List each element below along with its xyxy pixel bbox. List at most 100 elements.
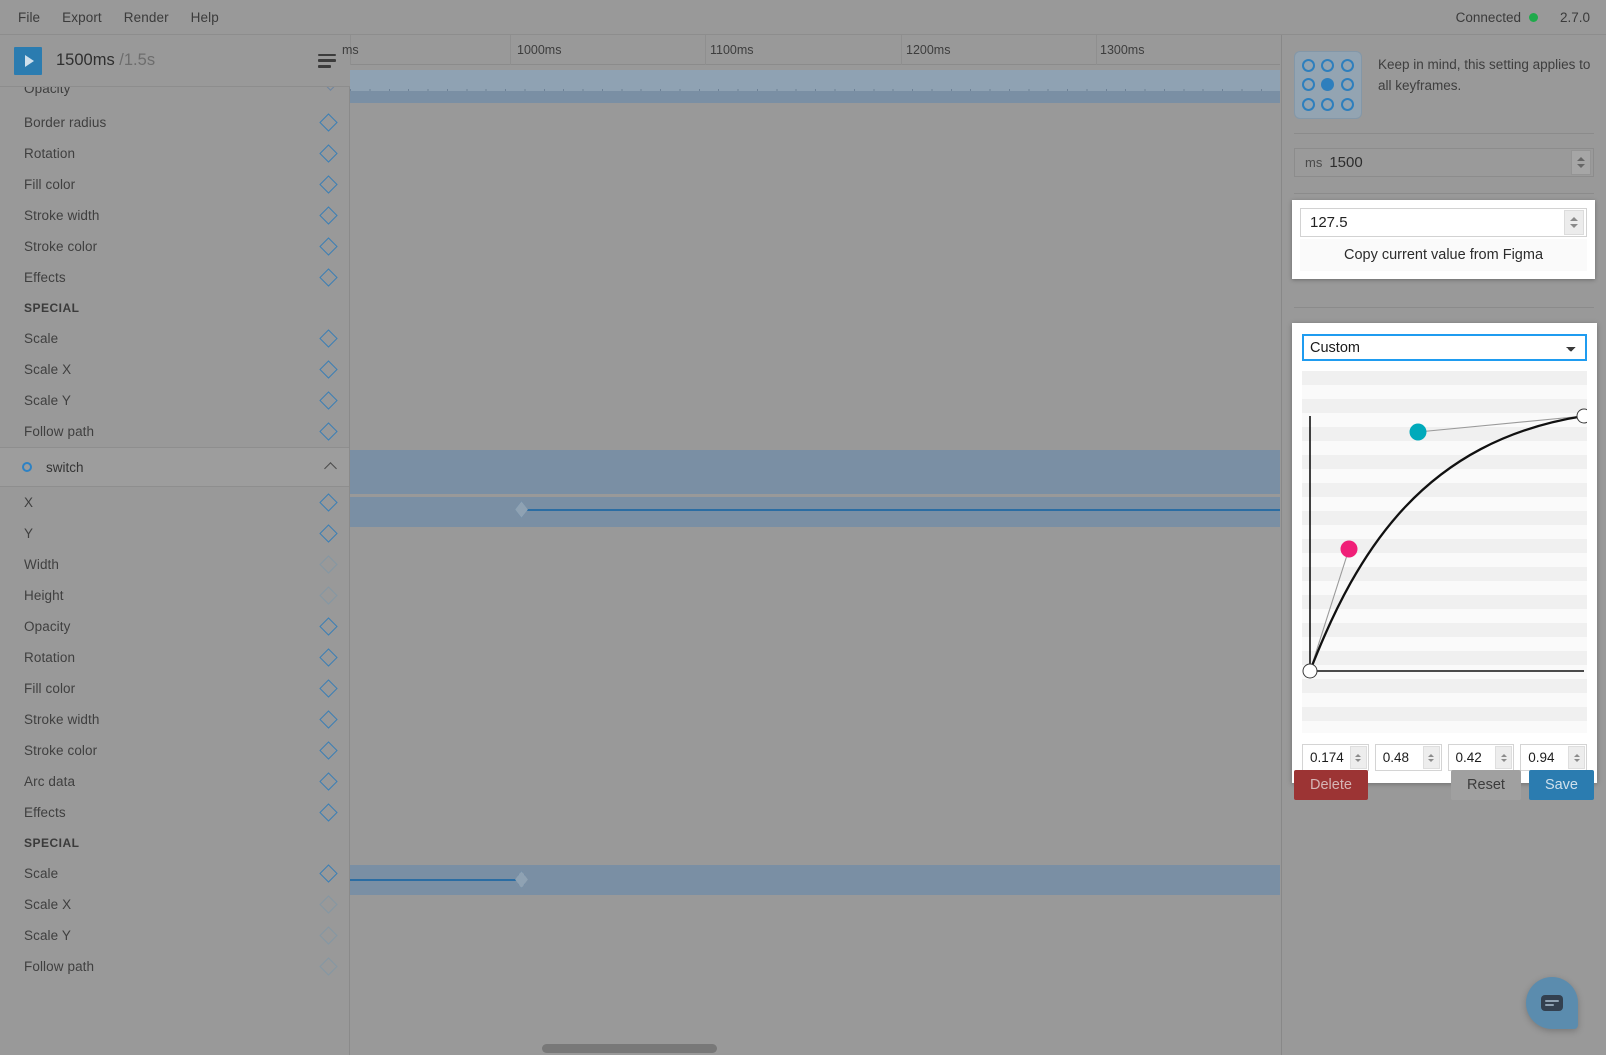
property-row-height[interactable]: Height [0, 580, 349, 611]
property-row-arc-data[interactable]: Arc data [0, 766, 349, 797]
menu-item-render[interactable]: Render [114, 6, 179, 29]
bezier-y1-spinner-icon[interactable] [1422, 746, 1440, 769]
hamburger-menu-icon[interactable] [318, 53, 336, 68]
bezier-y1-field[interactable]: 0.48 [1374, 744, 1442, 771]
bezier-y2-spinner-icon[interactable] [1568, 746, 1585, 769]
anchor-cell-bottom-left[interactable] [1302, 97, 1316, 111]
keyframe-toggle-icon[interactable] [319, 144, 338, 163]
keyframe-toggle-icon[interactable] [319, 772, 338, 791]
keyframe-toggle-icon[interactable] [319, 237, 338, 256]
property-row-follow-path-b[interactable]: Follow path [0, 951, 349, 982]
property-row-stroke-width[interactable]: Stroke width [0, 200, 349, 231]
layer-header-switch[interactable]: switch [0, 447, 349, 487]
keyframe-toggle-icon[interactable] [319, 617, 338, 636]
property-row-stroke-color-b[interactable]: Stroke color [0, 735, 349, 766]
chat-bubble-button[interactable] [1526, 977, 1578, 1029]
play-button[interactable] [14, 46, 42, 75]
keyframe-toggle-icon[interactable] [319, 864, 338, 883]
horizontal-scrollbar-thumb[interactable] [542, 1044, 717, 1053]
keyframe-toggle-icon[interactable] [319, 586, 338, 605]
property-row-x[interactable]: X [0, 487, 349, 518]
bezier-x1-spinner-icon[interactable] [1349, 746, 1367, 769]
property-row-scale[interactable]: Scale [0, 323, 349, 354]
menu-item-help[interactable]: Help [181, 6, 229, 29]
keyframe-toggle-icon[interactable] [319, 679, 338, 698]
property-row-rotation-b[interactable]: Rotation [0, 642, 349, 673]
timeline-ruler[interactable]: ms 1000ms 1100ms 1200ms 1300ms [342, 35, 1280, 65]
property-row-border-radius[interactable]: Border radius [0, 107, 349, 138]
keyframe-toggle-icon[interactable] [319, 113, 338, 132]
keyframe-toggle-icon[interactable] [319, 710, 338, 729]
anchor-cell-bottom-center[interactable] [1321, 97, 1335, 111]
menu-item-file[interactable]: File [8, 6, 50, 29]
keyframe-toggle-icon[interactable] [319, 493, 338, 512]
chevron-up-icon[interactable] [324, 462, 337, 475]
anchor-cell-top-right[interactable] [1340, 59, 1354, 73]
timeline-body[interactable] [350, 65, 1280, 1055]
bezier-y2-field[interactable]: 0.94 [1520, 744, 1587, 771]
keyframe-toggle-icon[interactable] [319, 895, 338, 914]
keyframe-toggle-icon[interactable] [319, 741, 338, 760]
property-row-fill-color-b[interactable]: Fill color [0, 673, 349, 704]
property-row-stroke-color[interactable]: Stroke color [0, 231, 349, 262]
property-row-effects-b[interactable]: Effects [0, 797, 349, 828]
value-input-field[interactable]: 127.5 [1300, 208, 1587, 237]
save-button[interactable]: Save [1528, 770, 1594, 800]
property-row-rotation[interactable]: Rotation [0, 138, 349, 169]
property-row-scale-x[interactable]: Scale X [0, 354, 349, 385]
property-row-follow-path[interactable]: Follow path [0, 416, 349, 447]
keyframe-toggle-icon[interactable] [319, 206, 338, 225]
keyframe-toggle-icon[interactable] [319, 926, 338, 945]
keyframe-toggle-icon[interactable] [319, 360, 338, 379]
keyframe-toggle-icon[interactable] [319, 422, 338, 441]
anchor-cell-top-left[interactable] [1302, 59, 1316, 73]
property-row-scale-y-b[interactable]: Scale Y [0, 920, 349, 951]
property-label: Scale Y [24, 393, 71, 408]
property-row-effects[interactable]: Effects [0, 262, 349, 293]
property-row-fill-color[interactable]: Fill color [0, 169, 349, 200]
keyframe-toggle-icon[interactable] [319, 391, 338, 410]
anchor-cell-bottom-right[interactable] [1340, 97, 1354, 111]
keyframe-toggle-icon[interactable] [319, 648, 338, 667]
property-row-width[interactable]: Width [0, 549, 349, 580]
property-row-stroke-width-b[interactable]: Stroke width [0, 704, 349, 735]
keyframe-toggle-icon[interactable] [319, 329, 338, 348]
keyframe-toggle-icon[interactable] [319, 803, 338, 822]
property-row-scale-b[interactable]: Scale [0, 858, 349, 889]
copy-from-figma-button[interactable]: Copy current value from Figma [1300, 239, 1587, 271]
reset-button[interactable]: Reset [1451, 770, 1521, 800]
bezier-handle-1[interactable] [1409, 423, 1427, 441]
easing-preset-select[interactable]: Custom [1302, 334, 1587, 361]
property-row-opacity-b[interactable]: Opacity [0, 611, 349, 642]
time-spinner-icon[interactable] [1571, 150, 1591, 175]
property-row-scale-y[interactable]: Scale Y [0, 385, 349, 416]
keyframe-toggle-icon[interactable] [319, 555, 338, 574]
bezier-x1-field[interactable]: 0.174 [1302, 744, 1369, 771]
horizontal-scrollbar-track[interactable] [350, 1043, 1280, 1055]
bezier-x2-spinner-icon[interactable] [1495, 746, 1513, 769]
bezier-curve-editor[interactable] [1302, 371, 1587, 733]
time-ms-field[interactable]: ms 1500 [1294, 148, 1594, 177]
bezier-x2-field[interactable]: 0.42 [1447, 744, 1515, 771]
anchor-point-grid[interactable] [1294, 51, 1362, 119]
bezier-handle-2[interactable] [1340, 540, 1358, 558]
value-spinner-icon[interactable] [1564, 210, 1584, 235]
menu-item-export[interactable]: Export [52, 6, 112, 29]
property-row-y[interactable]: Y [0, 518, 349, 549]
property-row-opacity-partial[interactable]: Opacity [0, 87, 349, 107]
keyframe-toggle-icon[interactable] [319, 175, 338, 194]
anchor-cell-top-center[interactable] [1321, 59, 1335, 73]
anchor-cell-middle-right[interactable] [1340, 78, 1354, 92]
delete-button[interactable]: Delete [1294, 770, 1368, 800]
anchor-cell-center[interactable] [1321, 78, 1335, 92]
keyframe-toggle-icon[interactable] [319, 524, 338, 543]
bezier-start-point[interactable] [1302, 663, 1318, 679]
property-sidebar[interactable]: Opacity Border radius Rotation Fill colo… [0, 87, 350, 1055]
timeline-track-x[interactable] [350, 497, 1280, 527]
bezier-end-point[interactable] [1576, 408, 1587, 424]
property-row-scale-x-b[interactable]: Scale X [0, 889, 349, 920]
keyframe-toggle-icon[interactable] [319, 957, 338, 976]
anchor-cell-middle-left[interactable] [1302, 78, 1316, 92]
ruler-gridline [510, 35, 511, 65]
keyframe-toggle-icon[interactable] [319, 268, 338, 287]
